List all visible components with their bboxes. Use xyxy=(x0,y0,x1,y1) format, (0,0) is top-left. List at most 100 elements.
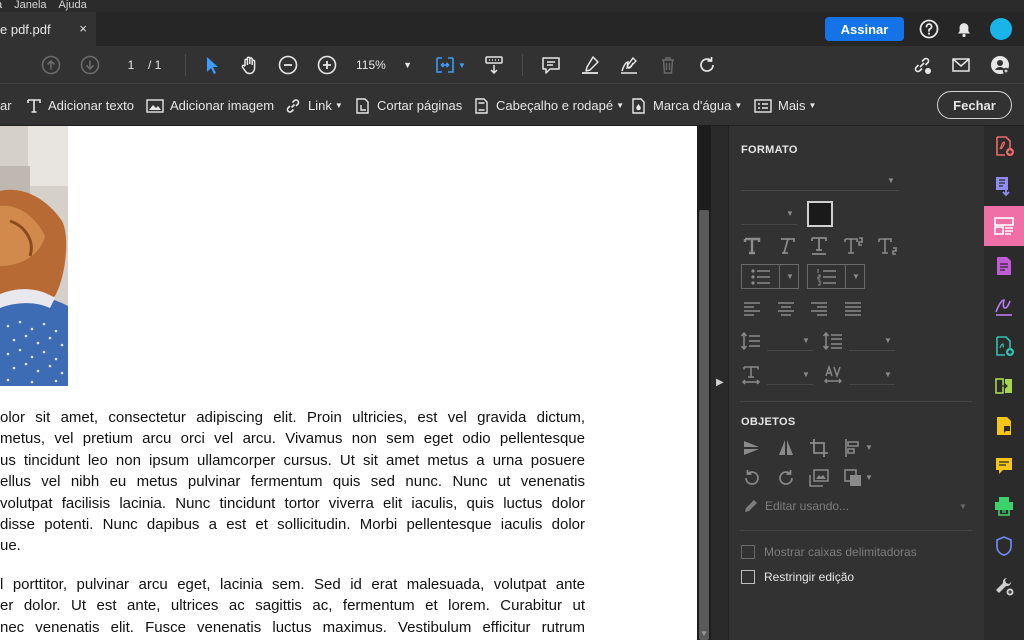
rail-comment-pdf[interactable] xyxy=(984,406,1024,446)
rail-protect[interactable] xyxy=(984,526,1024,566)
edit-using-select[interactable]: Editar usando... ▼ xyxy=(742,497,968,517)
paragraph-spacing-select[interactable] xyxy=(849,350,895,351)
crop-pages-button[interactable]: Cortar páginas xyxy=(355,85,462,126)
character-spacing-select[interactable] xyxy=(849,384,895,385)
document-page[interactable]: olor sit amet, consectetur adipiscing el… xyxy=(0,126,697,640)
email-icon[interactable] xyxy=(950,54,972,76)
menu-item-help[interactable]: Ajuda xyxy=(59,0,87,12)
arrange-objects-icon[interactable] xyxy=(842,467,864,489)
user-avatar[interactable] xyxy=(990,18,1012,40)
chevron-down-icon[interactable]: ▼ xyxy=(865,443,873,452)
underline-text-icon[interactable] xyxy=(808,235,830,257)
next-page-icon[interactable] xyxy=(79,54,101,76)
bullet-list-button[interactable]: ▼ xyxy=(741,264,799,289)
rail-export-pdf[interactable] xyxy=(984,166,1024,206)
character-scale-select[interactable] xyxy=(767,384,813,385)
subscript-icon[interactable] xyxy=(876,235,898,257)
highlight-icon[interactable] xyxy=(579,54,601,76)
scrollbar-thumb[interactable] xyxy=(699,210,709,640)
crop-image-icon[interactable] xyxy=(808,437,830,459)
header-footer-button[interactable]: Cabeçalho e rodapé ▼ xyxy=(474,85,624,126)
paragraph-spacing-icon[interactable] xyxy=(822,330,844,352)
hand-tool-icon[interactable] xyxy=(238,54,260,76)
rail-fill-sign[interactable] xyxy=(984,286,1024,326)
align-objects-icon[interactable] xyxy=(842,437,864,459)
paragraph-2[interactable]: l porttitor, pulvinar arcu eget, lacinia… xyxy=(0,574,585,638)
rail-send-signature[interactable] xyxy=(984,326,1024,366)
sign-button[interactable]: Assinar xyxy=(825,17,904,41)
flip-vertical-icon[interactable] xyxy=(741,437,763,459)
chevron-down-icon[interactable]: ▼ xyxy=(786,272,794,281)
menu-item-window[interactable]: Janela xyxy=(14,0,46,12)
rail-print-production[interactable] xyxy=(984,486,1024,526)
rail-edit-pdf[interactable] xyxy=(984,206,1024,246)
comment-icon[interactable] xyxy=(540,54,562,76)
fit-page-caret-icon[interactable]: ▼ xyxy=(458,61,466,70)
chevron-down-icon[interactable]: ▼ xyxy=(884,370,892,379)
rail-create-pdf[interactable] xyxy=(984,126,1024,166)
document-tab[interactable]: e pdf.pdf × xyxy=(0,12,96,46)
superscript-icon[interactable] xyxy=(842,235,864,257)
character-spacing-icon[interactable] xyxy=(822,364,844,386)
rotate-right-icon[interactable] xyxy=(775,467,797,489)
paragraph-1[interactable]: olor sit amet, consectetur adipiscing el… xyxy=(0,407,585,557)
zoom-in-icon[interactable] xyxy=(316,54,338,76)
watermark-button[interactable]: Marca d'água ▼ xyxy=(631,85,742,126)
more-button[interactable]: Mais ▼ xyxy=(754,85,816,126)
character-scale-icon[interactable] xyxy=(740,364,762,386)
chevron-down-icon[interactable]: ▼ xyxy=(887,176,895,185)
trash-icon[interactable] xyxy=(657,54,679,76)
add-image-button[interactable]: Adicionar imagem xyxy=(146,85,274,126)
flip-horizontal-icon[interactable] xyxy=(775,437,797,459)
cat-photo-image[interactable] xyxy=(0,126,68,386)
sign-pen-icon[interactable] xyxy=(618,54,640,76)
align-right-icon[interactable] xyxy=(808,298,830,320)
chevron-down-icon[interactable]: ▼ xyxy=(884,336,892,345)
chevron-down-icon[interactable]: ▼ xyxy=(802,336,810,345)
numbered-list-button[interactable]: ▼ xyxy=(807,264,865,289)
rail-more-tools[interactable] xyxy=(984,566,1024,606)
italic-text-icon[interactable] xyxy=(775,235,797,257)
replace-image-icon[interactable] xyxy=(808,467,830,489)
fit-page-icon[interactable] xyxy=(434,54,456,76)
align-justify-icon[interactable] xyxy=(842,298,864,320)
help-icon[interactable] xyxy=(918,18,940,40)
menu-item-partial[interactable]: a xyxy=(0,0,2,12)
redo-icon[interactable] xyxy=(696,54,718,76)
rail-organize-pages[interactable] xyxy=(984,366,1024,406)
share-link-icon[interactable] xyxy=(911,54,933,76)
font-size-select[interactable] xyxy=(741,224,797,225)
chevron-down-icon[interactable]: ▼ xyxy=(852,272,860,281)
previous-page-icon[interactable] xyxy=(40,54,62,76)
page-number-input[interactable]: 1 xyxy=(118,56,144,74)
line-spacing-icon[interactable] xyxy=(740,330,762,352)
show-bounding-boxes-checkbox[interactable] xyxy=(741,545,755,559)
font-family-select[interactable] xyxy=(741,190,899,191)
rail-create-form[interactable] xyxy=(984,246,1024,286)
chevron-down-icon[interactable]: ▼ xyxy=(802,370,810,379)
add-text-button[interactable]: Adicionar texto xyxy=(26,85,134,126)
restrict-editing-checkbox[interactable] xyxy=(741,570,755,584)
text-color-swatch[interactable] xyxy=(807,201,833,227)
scroll-mode-icon[interactable] xyxy=(483,54,505,76)
link-button[interactable]: Link ▼ xyxy=(284,85,343,126)
line-spacing-select[interactable] xyxy=(767,350,813,351)
edit-tool-partial[interactable]: ar xyxy=(0,85,12,126)
share-user-icon[interactable] xyxy=(989,54,1011,76)
rail-comment[interactable] xyxy=(984,446,1024,486)
chevron-down-icon[interactable]: ▼ xyxy=(865,473,873,482)
close-edit-button[interactable]: Fechar xyxy=(937,91,1012,119)
select-arrow-icon[interactable] xyxy=(200,54,222,76)
collapse-panel-icon[interactable]: ▶ xyxy=(716,377,724,388)
close-tab-icon[interactable]: × xyxy=(79,21,87,36)
bell-icon[interactable] xyxy=(953,18,975,40)
zoom-select[interactable]: 115% ▼ xyxy=(356,56,416,74)
align-center-icon[interactable] xyxy=(775,298,797,320)
bold-text-icon[interactable] xyxy=(741,235,763,257)
zoom-out-icon[interactable] xyxy=(277,54,299,76)
vertical-scrollbar[interactable]: ▼ xyxy=(697,126,711,640)
scroll-down-icon[interactable]: ▼ xyxy=(700,629,708,638)
rotate-left-icon[interactable] xyxy=(741,467,763,489)
chevron-down-icon[interactable]: ▼ xyxy=(786,209,794,218)
align-left-icon[interactable] xyxy=(741,298,763,320)
